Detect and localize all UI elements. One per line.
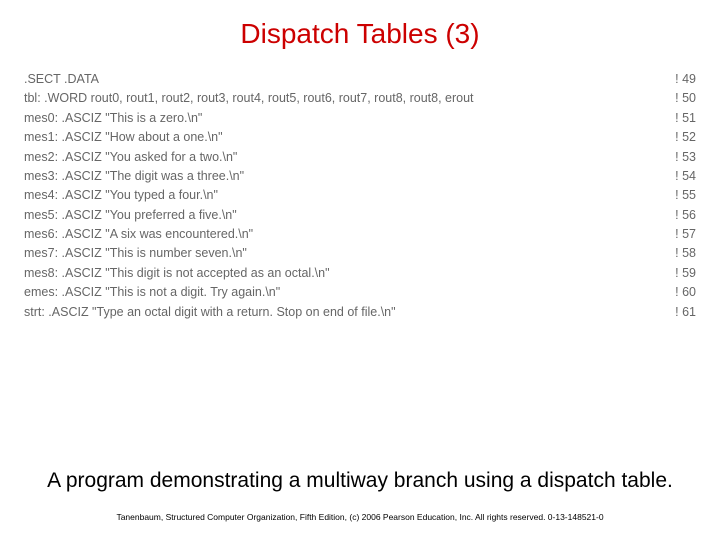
line-number: ! 57 bbox=[667, 225, 696, 244]
code-row: mes1: .ASCIZ "How about a one.\n"! 52 bbox=[24, 128, 696, 147]
code-text: mes0: .ASCIZ "This is a zero.\n" bbox=[24, 109, 667, 128]
line-number: ! 49 bbox=[667, 70, 696, 89]
line-number: ! 51 bbox=[667, 109, 696, 128]
code-row: strt: .ASCIZ "Type an octal digit with a… bbox=[24, 303, 696, 322]
code-listing: .SECT .DATA! 49 tbl: .WORD rout0, rout1,… bbox=[24, 70, 696, 322]
code-text: mes1: .ASCIZ "How about a one.\n" bbox=[24, 128, 667, 147]
slide-title: Dispatch Tables (3) bbox=[0, 0, 720, 60]
code-text: mes5: .ASCIZ "You preferred a five.\n" bbox=[24, 206, 667, 225]
line-number: ! 61 bbox=[667, 303, 696, 322]
line-number: ! 53 bbox=[667, 148, 696, 167]
line-number: ! 50 bbox=[667, 89, 696, 108]
line-number: ! 54 bbox=[667, 167, 696, 186]
code-text: mes2: .ASCIZ "You asked for a two.\n" bbox=[24, 148, 667, 167]
line-number: ! 58 bbox=[667, 244, 696, 263]
code-text: emes: .ASCIZ "This is not a digit. Try a… bbox=[24, 283, 667, 302]
copyright-footer: Tanenbaum, Structured Computer Organizat… bbox=[0, 512, 720, 522]
code-row: emes: .ASCIZ "This is not a digit. Try a… bbox=[24, 283, 696, 302]
code-text: mes4: .ASCIZ "You typed a four.\n" bbox=[24, 186, 667, 205]
line-number: ! 52 bbox=[667, 128, 696, 147]
code-row: .SECT .DATA! 49 bbox=[24, 70, 696, 89]
line-number: ! 56 bbox=[667, 206, 696, 225]
line-number: ! 60 bbox=[667, 283, 696, 302]
code-row: mes7: .ASCIZ "This is number seven.\n"! … bbox=[24, 244, 696, 263]
code-row: mes6: .ASCIZ "A six was encountered.\n"!… bbox=[24, 225, 696, 244]
line-number: ! 55 bbox=[667, 186, 696, 205]
code-text: mes6: .ASCIZ "A six was encountered.\n" bbox=[24, 225, 667, 244]
code-text: tbl: .WORD rout0, rout1, rout2, rout3, r… bbox=[24, 89, 667, 108]
code-text: strt: .ASCIZ "Type an octal digit with a… bbox=[24, 303, 667, 322]
line-number: ! 59 bbox=[667, 264, 696, 283]
code-row: mes5: .ASCIZ "You preferred a five.\n"! … bbox=[24, 206, 696, 225]
code-row: mes4: .ASCIZ "You typed a four.\n"! 55 bbox=[24, 186, 696, 205]
code-text: mes7: .ASCIZ "This is number seven.\n" bbox=[24, 244, 667, 263]
code-row: mes2: .ASCIZ "You asked for a two.\n"! 5… bbox=[24, 148, 696, 167]
slide-caption: A program demonstrating a multiway branc… bbox=[0, 468, 720, 494]
code-row: mes3: .ASCIZ "The digit was a three.\n"!… bbox=[24, 167, 696, 186]
code-text: .SECT .DATA bbox=[24, 70, 667, 89]
code-text: mes8: .ASCIZ "This digit is not accepted… bbox=[24, 264, 667, 283]
code-row: tbl: .WORD rout0, rout1, rout2, rout3, r… bbox=[24, 89, 696, 108]
code-row: mes0: .ASCIZ "This is a zero.\n"! 51 bbox=[24, 109, 696, 128]
code-row: mes8: .ASCIZ "This digit is not accepted… bbox=[24, 264, 696, 283]
code-text: mes3: .ASCIZ "The digit was a three.\n" bbox=[24, 167, 667, 186]
